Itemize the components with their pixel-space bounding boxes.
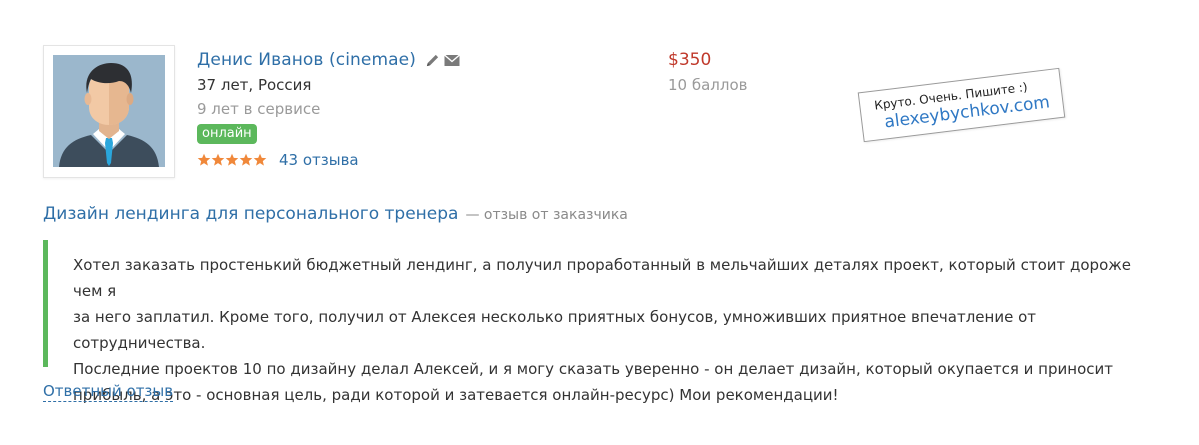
online-status-badge: онлайн <box>197 124 257 144</box>
star-icon <box>225 153 239 166</box>
star-icon <box>253 153 267 166</box>
avatar-image <box>53 55 165 167</box>
rating-stars <box>197 153 267 167</box>
price-points: 10 баллов <box>668 76 748 94</box>
review-text: Хотел заказать простенький бюджетный лен… <box>73 256 1131 404</box>
reviews-count-link[interactable]: 43 отзыва <box>279 151 359 169</box>
price-block: $350 10 баллов <box>668 48 748 96</box>
project-row: Дизайн лендинга для персонального тренер… <box>43 204 628 228</box>
reply-review-link[interactable]: Ответный отзыв <box>43 381 174 402</box>
price-amount: $350 <box>668 50 712 70</box>
service-years: 9 лет в сервисе <box>197 100 321 118</box>
user-name-link[interactable]: Денис Иванов (cinemae) <box>197 50 416 70</box>
review-source: — отзыв от заказчика <box>465 207 628 223</box>
star-icon <box>211 153 225 166</box>
project-title-link[interactable]: Дизайн лендинга для персонального тренер… <box>43 204 458 224</box>
age-location: 37 лет, Россия <box>197 76 312 94</box>
name-row: Денис Иванов (cinemae) <box>197 48 461 72</box>
envelope-icon[interactable] <box>443 51 461 69</box>
pencil-icon[interactable] <box>424 51 442 69</box>
rating-row: 43 отзыва <box>197 149 461 171</box>
user-avatar[interactable] <box>43 45 175 178</box>
review-quote: Хотел заказать простенький бюджетный лен… <box>43 240 1153 404</box>
user-info: Денис Иванов (cinemae) 37 лет, Россия 9 … <box>197 48 461 171</box>
star-icon <box>197 153 211 166</box>
watermark-stamp: Круто. Очень. Пишите :) alexeybychkov.co… <box>857 67 1066 143</box>
star-icon <box>239 153 253 166</box>
